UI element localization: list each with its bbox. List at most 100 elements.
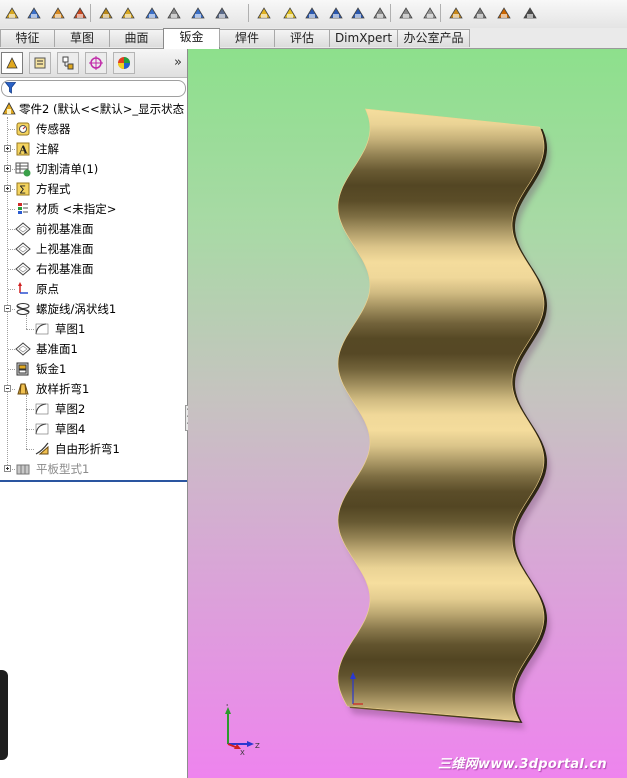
configuration-manager-tab[interactable] <box>57 52 79 74</box>
tree-item-label: 平板型式1 <box>36 462 90 476</box>
tree-expander[interactable] <box>4 165 11 172</box>
tree-item-9[interactable]: 原点 <box>0 279 187 299</box>
simple-hole-icon[interactable] <box>470 3 490 23</box>
tree-branch-line <box>8 249 15 250</box>
triad-x-label: X <box>240 749 245 757</box>
display-manager-tab[interactable] <box>113 52 135 74</box>
tree-item-1[interactable]: 传感器 <box>0 119 187 139</box>
feature-manager-tab[interactable] <box>1 52 23 74</box>
closed-corner-icon[interactable] <box>254 3 274 23</box>
tree-expander[interactable] <box>4 185 11 192</box>
tab-1[interactable]: 特征 <box>0 29 55 47</box>
lofted-bend-icon <box>15 381 31 397</box>
sheet-metal-toolbar <box>0 0 627 29</box>
cut-list-icon <box>15 161 31 177</box>
tree-item-12[interactable]: 基准面1 <box>0 339 187 359</box>
tree-branch-line <box>26 329 34 330</box>
panel-divider <box>0 480 187 482</box>
dimxpert-manager-tab[interactable] <box>85 52 107 74</box>
panel-expand-button[interactable]: » <box>174 55 182 70</box>
tree-item-11[interactable]: 草图1 <box>0 319 187 339</box>
sheet-metal-gusset-icon[interactable] <box>520 3 540 23</box>
tree-branch-line <box>8 369 15 370</box>
tree-item-label: 注解 <box>36 142 59 156</box>
tree-item-label: 草图2 <box>55 402 86 416</box>
sketch-icon <box>34 401 50 417</box>
tab-2[interactable]: 草图 <box>54 29 110 47</box>
tree-item-10[interactable]: 螺旋线/涡状线1 <box>0 299 187 319</box>
part-icon <box>1 101 17 117</box>
tree-item-label: 螺旋线/涡状线1 <box>36 302 117 316</box>
tree-item-13[interactable]: 钣金1 <box>0 359 187 379</box>
tree-item-16[interactable]: 草图4 <box>0 419 187 439</box>
tree-expander[interactable] <box>4 145 11 152</box>
tree-item-label: 上视基准面 <box>36 242 94 256</box>
cross-break-icon[interactable] <box>188 3 208 23</box>
tree-item-8[interactable]: 右视基准面 <box>0 259 187 279</box>
fold-icon[interactable] <box>348 3 368 23</box>
rip-icon[interactable] <box>396 3 416 23</box>
tab-8[interactable]: 办公室产品 <box>397 29 470 47</box>
tab-5[interactable]: 焊件 <box>219 29 275 47</box>
wavy-sheet-metal-part[interactable] <box>188 49 627 778</box>
toolbar-separator <box>390 4 391 22</box>
flatten-icon[interactable] <box>280 3 300 23</box>
tree-item-15[interactable]: 草图2 <box>0 399 187 419</box>
no-bends-icon[interactable] <box>302 3 322 23</box>
tree-item-3[interactable]: 切割清单(1) <box>0 159 187 179</box>
panel-tabs-bar: » <box>0 49 187 78</box>
tree-root-part[interactable]: 零件2 (默认<<默认>_显示状态 <box>0 99 187 119</box>
tree-item-17[interactable]: 自由形折弯1 <box>0 439 187 459</box>
tree-expander[interactable] <box>4 305 11 312</box>
tab-3[interactable]: 曲面 <box>109 29 164 47</box>
lofted-bend-icon[interactable] <box>48 3 68 23</box>
tree-root-label: 零件2 (默认<<默认>_显示状态 <box>19 102 185 116</box>
unfold-icon[interactable] <box>326 3 346 23</box>
miter-flange-icon[interactable] <box>96 3 116 23</box>
edge-flange-icon[interactable] <box>70 3 90 23</box>
plane-icon <box>15 341 31 357</box>
tree-branch-line <box>8 129 15 130</box>
tree-item-label: 传感器 <box>36 122 71 136</box>
plane-icon <box>15 261 31 277</box>
tree-expander[interactable] <box>4 385 11 392</box>
tree-branch-line <box>8 349 15 350</box>
helix-icon <box>15 301 31 317</box>
tab-4[interactable]: 钣金 <box>163 28 220 49</box>
svg-text:A: A <box>18 144 28 157</box>
tab-6[interactable]: 评估 <box>274 29 330 47</box>
triad-z-label: Z <box>255 742 260 750</box>
tree-item-5[interactable]: 材质 <未指定> <box>0 199 187 219</box>
extruded-cut-icon[interactable] <box>494 3 514 23</box>
task-pane-tab[interactable] <box>0 670 8 760</box>
tree-expander[interactable] <box>4 465 11 472</box>
toolbar-separator <box>248 4 249 22</box>
convert-to-sheetmetal-icon[interactable] <box>24 3 44 23</box>
graphics-viewport[interactable]: Y Z X 三维网www.3dportal.cn <box>188 49 627 778</box>
tree-item-18[interactable]: 平板型式1 <box>0 459 187 479</box>
property-manager-tab[interactable] <box>29 52 51 74</box>
corners-icon[interactable] <box>212 3 232 23</box>
forming-tool-icon[interactable] <box>446 3 466 23</box>
tree-item-6[interactable]: 前视基准面 <box>0 219 187 239</box>
tree-item-label: 钣金1 <box>36 362 67 376</box>
feature-filter-input[interactable] <box>1 80 186 97</box>
tree-item-7[interactable]: 上视基准面 <box>0 239 187 259</box>
tree-item-label: 放样折弯1 <box>36 382 90 396</box>
base-flange-icon[interactable] <box>2 3 22 23</box>
tree-item-4[interactable]: Σ 方程式 <box>0 179 187 199</box>
jog-icon[interactable] <box>142 3 162 23</box>
hem-icon[interactable] <box>118 3 138 23</box>
tree-item-14[interactable]: 放样折弯1 <box>0 379 187 399</box>
tree-item-2[interactable]: A 注解 <box>0 139 187 159</box>
tab-7[interactable]: DimXpert <box>329 29 398 47</box>
vent-icon[interactable] <box>420 3 440 23</box>
tree-branch-line <box>8 229 15 230</box>
insert-bends-icon[interactable] <box>370 3 390 23</box>
flat-pattern-icon <box>15 461 31 477</box>
tree-branch-line <box>8 269 15 270</box>
command-manager-tabs: 特征 草图 曲面 钣金 焊件 评估 DimXpert 办公室产品 <box>0 28 627 49</box>
plane-icon <box>15 241 31 257</box>
sketched-bend-icon[interactable] <box>164 3 184 23</box>
coordinate-triad: Y Z X <box>224 704 260 757</box>
